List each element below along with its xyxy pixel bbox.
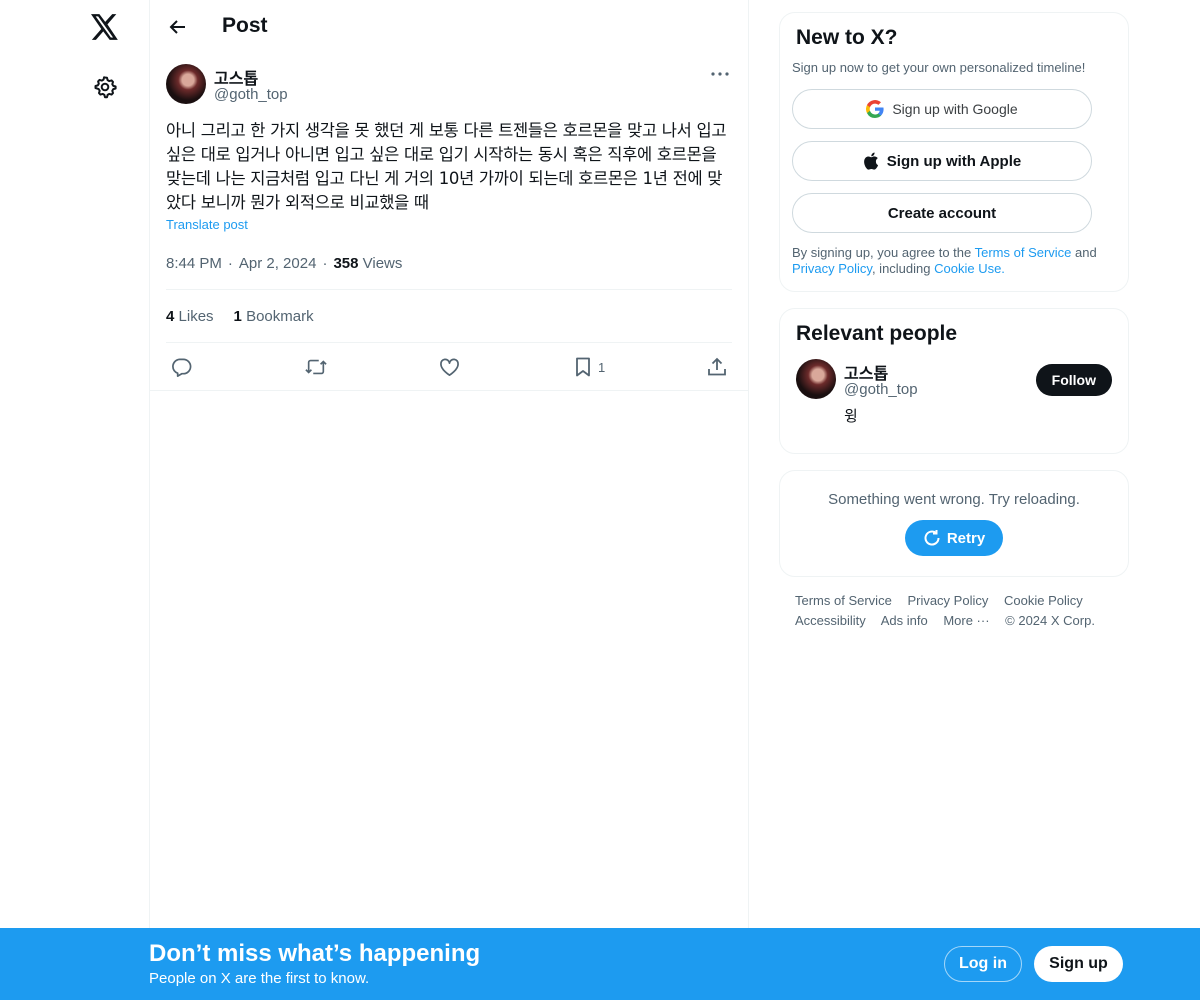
share-icon[interactable] (707, 355, 727, 379)
more-icon[interactable] (708, 64, 732, 84)
legal-and: and (1071, 245, 1097, 260)
post: 고스톱 @goth_top 아니 그리고 한 가지 생각을 못 했던 게 보통 … (150, 64, 748, 391)
meta-separator: · (227, 254, 233, 272)
footer-accessibility[interactable]: Accessibility (795, 613, 866, 628)
left-rail (0, 0, 150, 1000)
right-sidebar: New to X? Sign up now to get your own pe… (779, 12, 1129, 631)
back-arrow-icon[interactable] (164, 13, 192, 41)
create-account-button[interactable]: Create account (792, 193, 1092, 233)
footer-terms[interactable]: Terms of Service (795, 593, 892, 608)
signup-card-subtitle: Sign up now to get your own personalized… (792, 60, 1086, 75)
legal-including: , including (871, 261, 935, 276)
banner-title: Don’t miss what’s happening (149, 940, 481, 967)
divider (150, 390, 748, 391)
views-count: 358 (333, 254, 359, 272)
likes-count: 4 (166, 307, 175, 325)
footer-ads[interactable]: Ads info (881, 613, 928, 628)
bottom-banner: Don’t miss what’s happening People on X … (0, 928, 1200, 1000)
cookie-link[interactable]: Cookie Use. (934, 261, 1005, 276)
person-handle[interactable]: @goth_top (844, 381, 918, 398)
x-logo-icon[interactable] (88, 10, 122, 44)
meta-separator: · (322, 254, 328, 272)
main-column: Post 고스톱 @goth_top 아니 그리고 한 가지 생각을 못 했던 … (149, 0, 749, 1000)
post-text: 아니 그리고 한 가지 생각을 못 했던 게 보통 다른 트젠들은 호르몬을 맞… (166, 121, 727, 212)
legal-prefix: By signing up, you agree to the (792, 245, 975, 260)
retry-button[interactable]: Retry (905, 520, 1003, 556)
retry-icon (924, 530, 940, 546)
footer-cookie[interactable]: Cookie Policy (1004, 593, 1083, 608)
topbar: Post (150, 0, 748, 54)
signup-apple-label: Sign up with Apple (886, 152, 1022, 170)
avatar[interactable] (796, 359, 836, 399)
footer-copyright: © 2024 X Corp. (1005, 613, 1095, 628)
relevant-people-card: Relevant people 고스톱 @goth_top 윙 Follow (779, 308, 1129, 454)
signup-google-button[interactable]: Sign up with Google (792, 89, 1092, 129)
post-date[interactable]: Apr 2, 2024 (239, 255, 317, 272)
like-icon[interactable] (439, 355, 460, 379)
google-icon (866, 100, 884, 118)
apple-icon (863, 152, 878, 170)
author-handle[interactable]: @goth_top (214, 86, 288, 103)
views-label: Views (362, 254, 403, 272)
repost-icon[interactable] (305, 355, 327, 379)
likes-label: Likes (178, 307, 214, 325)
terms-link[interactable]: Terms of Service (975, 245, 1072, 260)
signup-google-label: Sign up with Google (892, 101, 1018, 117)
signup-legal: By signing up, you agree to the Terms of… (792, 245, 1112, 277)
footer-privacy[interactable]: Privacy Policy (907, 593, 988, 608)
bookmark-icon (576, 357, 590, 377)
views: 358 Views (333, 255, 402, 272)
signup-button[interactable]: Sign up (1034, 946, 1123, 982)
person-bio: 윙 (844, 407, 858, 425)
reply-icon[interactable] (171, 355, 192, 379)
avatar[interactable] (166, 64, 206, 104)
login-button[interactable]: Log in (944, 946, 1022, 982)
post-time[interactable]: 8:44 PM (166, 255, 222, 272)
error-message: Something went wrong. Try reloading. (828, 491, 1080, 508)
footer-links: Terms of Service Privacy Policy Cookie P… (779, 591, 1129, 631)
signup-card: New to X? Sign up now to get your own pe… (779, 12, 1129, 292)
signup-apple-button[interactable]: Sign up with Apple (792, 141, 1092, 181)
bookmarks-stat[interactable]: 1 Bookmark (234, 308, 314, 325)
person-item[interactable]: 고스톱 @goth_top 윙 Follow (796, 359, 1112, 439)
action-bar: 1 (166, 343, 732, 390)
relevant-people-title: Relevant people (796, 322, 958, 345)
footer-more[interactable]: More ··· (943, 613, 989, 628)
signup-card-title: New to X? (796, 26, 898, 49)
follow-button[interactable]: Follow (1035, 364, 1112, 396)
bookmark-action-count: 1 (598, 359, 606, 375)
retry-label: Retry (946, 529, 986, 547)
bookmarks-count: 1 (233, 307, 242, 325)
translate-link[interactable]: Translate post (166, 217, 732, 237)
likes-stat[interactable]: 4 Likes (166, 308, 214, 325)
post-stats: 4 Likes 1 Bookmark (166, 290, 732, 342)
author-row: 고스톱 @goth_top (166, 64, 732, 120)
error-card: Something went wrong. Try reloading. Ret… (779, 470, 1129, 577)
bookmarks-label: Bookmark (246, 307, 314, 325)
page-title: Post (222, 14, 268, 37)
post-meta: 8:44 PM · Apr 2, 2024 · 358 Views (166, 252, 732, 274)
gear-icon[interactable] (91, 73, 119, 101)
privacy-link[interactable]: Privacy Policy (792, 261, 872, 276)
banner-subtitle: People on X are the first to know. (149, 970, 370, 987)
bookmark-action[interactable]: 1 (574, 355, 605, 379)
